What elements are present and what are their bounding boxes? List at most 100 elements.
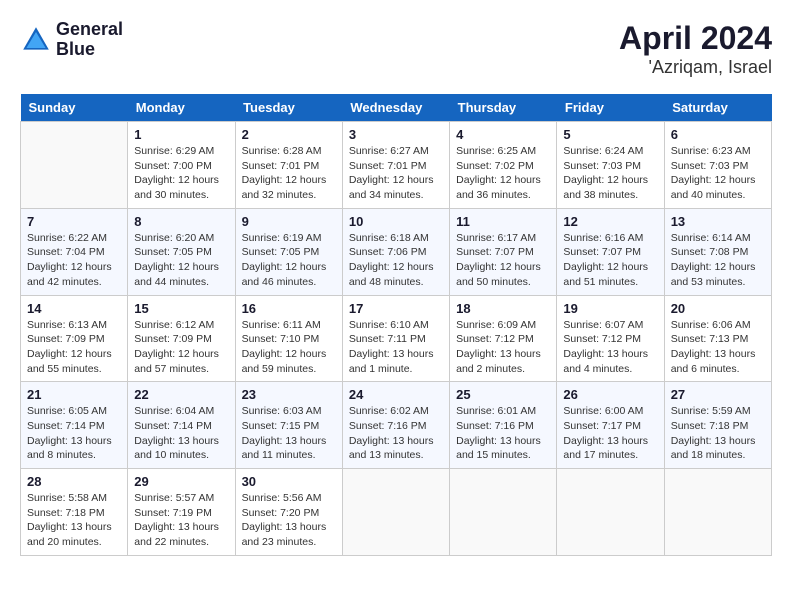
day-cell bbox=[557, 469, 664, 556]
day-number: 1 bbox=[134, 127, 228, 142]
day-number: 8 bbox=[134, 214, 228, 229]
day-cell: 3 Sunrise: 6:27 AMSunset: 7:01 PMDayligh… bbox=[342, 122, 449, 209]
day-cell: 26 Sunrise: 6:00 AMSunset: 7:17 PMDaylig… bbox=[557, 382, 664, 469]
day-number: 16 bbox=[242, 301, 336, 316]
day-detail: Sunrise: 6:29 AMSunset: 7:00 PMDaylight:… bbox=[134, 144, 228, 203]
day-cell: 10 Sunrise: 6:18 AMSunset: 7:06 PMDaylig… bbox=[342, 208, 449, 295]
day-number: 2 bbox=[242, 127, 336, 142]
calendar-table: SundayMondayTuesdayWednesdayThursdayFrid… bbox=[20, 94, 772, 556]
day-cell bbox=[450, 469, 557, 556]
day-number: 4 bbox=[456, 127, 550, 142]
day-detail: Sunrise: 6:25 AMSunset: 7:02 PMDaylight:… bbox=[456, 144, 550, 203]
day-detail: Sunrise: 6:27 AMSunset: 7:01 PMDaylight:… bbox=[349, 144, 443, 203]
day-detail: Sunrise: 6:22 AMSunset: 7:04 PMDaylight:… bbox=[27, 231, 121, 290]
day-detail: Sunrise: 6:03 AMSunset: 7:15 PMDaylight:… bbox=[242, 404, 336, 463]
day-cell: 9 Sunrise: 6:19 AMSunset: 7:05 PMDayligh… bbox=[235, 208, 342, 295]
week-row-2: 7 Sunrise: 6:22 AMSunset: 7:04 PMDayligh… bbox=[21, 208, 772, 295]
day-cell: 23 Sunrise: 6:03 AMSunset: 7:15 PMDaylig… bbox=[235, 382, 342, 469]
day-number: 12 bbox=[563, 214, 657, 229]
day-detail: Sunrise: 6:09 AMSunset: 7:12 PMDaylight:… bbox=[456, 318, 550, 377]
day-detail: Sunrise: 6:02 AMSunset: 7:16 PMDaylight:… bbox=[349, 404, 443, 463]
day-detail: Sunrise: 5:57 AMSunset: 7:19 PMDaylight:… bbox=[134, 491, 228, 550]
day-cell: 24 Sunrise: 6:02 AMSunset: 7:16 PMDaylig… bbox=[342, 382, 449, 469]
day-number: 19 bbox=[563, 301, 657, 316]
day-number: 10 bbox=[349, 214, 443, 229]
day-detail: Sunrise: 6:13 AMSunset: 7:09 PMDaylight:… bbox=[27, 318, 121, 377]
day-number: 6 bbox=[671, 127, 765, 142]
day-cell: 28 Sunrise: 5:58 AMSunset: 7:18 PMDaylig… bbox=[21, 469, 128, 556]
day-number: 29 bbox=[134, 474, 228, 489]
day-detail: Sunrise: 5:56 AMSunset: 7:20 PMDaylight:… bbox=[242, 491, 336, 550]
day-cell: 21 Sunrise: 6:05 AMSunset: 7:14 PMDaylig… bbox=[21, 382, 128, 469]
day-cell bbox=[664, 469, 771, 556]
day-header-sunday: Sunday bbox=[21, 94, 128, 122]
day-number: 27 bbox=[671, 387, 765, 402]
day-cell: 27 Sunrise: 5:59 AMSunset: 7:18 PMDaylig… bbox=[664, 382, 771, 469]
day-detail: Sunrise: 6:10 AMSunset: 7:11 PMDaylight:… bbox=[349, 318, 443, 377]
day-cell: 17 Sunrise: 6:10 AMSunset: 7:11 PMDaylig… bbox=[342, 295, 449, 382]
day-cell: 30 Sunrise: 5:56 AMSunset: 7:20 PMDaylig… bbox=[235, 469, 342, 556]
day-cell: 11 Sunrise: 6:17 AMSunset: 7:07 PMDaylig… bbox=[450, 208, 557, 295]
day-number: 20 bbox=[671, 301, 765, 316]
day-number: 25 bbox=[456, 387, 550, 402]
day-detail: Sunrise: 6:11 AMSunset: 7:10 PMDaylight:… bbox=[242, 318, 336, 377]
day-header-friday: Friday bbox=[557, 94, 664, 122]
logo-text: General Blue bbox=[56, 20, 123, 60]
day-detail: Sunrise: 6:06 AMSunset: 7:13 PMDaylight:… bbox=[671, 318, 765, 377]
day-cell: 22 Sunrise: 6:04 AMSunset: 7:14 PMDaylig… bbox=[128, 382, 235, 469]
day-number: 18 bbox=[456, 301, 550, 316]
title-block: April 2024 'Azriqam, Israel bbox=[619, 20, 772, 78]
day-cell: 4 Sunrise: 6:25 AMSunset: 7:02 PMDayligh… bbox=[450, 122, 557, 209]
day-detail: Sunrise: 6:17 AMSunset: 7:07 PMDaylight:… bbox=[456, 231, 550, 290]
page-header: General Blue April 2024 'Azriqam, Israel bbox=[20, 20, 772, 78]
day-detail: Sunrise: 6:20 AMSunset: 7:05 PMDaylight:… bbox=[134, 231, 228, 290]
day-header-thursday: Thursday bbox=[450, 94, 557, 122]
day-number: 14 bbox=[27, 301, 121, 316]
day-cell: 25 Sunrise: 6:01 AMSunset: 7:16 PMDaylig… bbox=[450, 382, 557, 469]
day-header-tuesday: Tuesday bbox=[235, 94, 342, 122]
day-detail: Sunrise: 6:04 AMSunset: 7:14 PMDaylight:… bbox=[134, 404, 228, 463]
day-cell: 18 Sunrise: 6:09 AMSunset: 7:12 PMDaylig… bbox=[450, 295, 557, 382]
day-detail: Sunrise: 5:59 AMSunset: 7:18 PMDaylight:… bbox=[671, 404, 765, 463]
day-number: 9 bbox=[242, 214, 336, 229]
day-number: 15 bbox=[134, 301, 228, 316]
day-number: 11 bbox=[456, 214, 550, 229]
day-detail: Sunrise: 6:16 AMSunset: 7:07 PMDaylight:… bbox=[563, 231, 657, 290]
day-cell: 14 Sunrise: 6:13 AMSunset: 7:09 PMDaylig… bbox=[21, 295, 128, 382]
day-header-wednesday: Wednesday bbox=[342, 94, 449, 122]
day-detail: Sunrise: 6:28 AMSunset: 7:01 PMDaylight:… bbox=[242, 144, 336, 203]
day-number: 23 bbox=[242, 387, 336, 402]
day-number: 30 bbox=[242, 474, 336, 489]
day-detail: Sunrise: 6:23 AMSunset: 7:03 PMDaylight:… bbox=[671, 144, 765, 203]
day-header-monday: Monday bbox=[128, 94, 235, 122]
day-number: 7 bbox=[27, 214, 121, 229]
day-cell: 20 Sunrise: 6:06 AMSunset: 7:13 PMDaylig… bbox=[664, 295, 771, 382]
month-year: April 2024 bbox=[619, 20, 772, 57]
day-cell: 16 Sunrise: 6:11 AMSunset: 7:10 PMDaylig… bbox=[235, 295, 342, 382]
day-cell: 12 Sunrise: 6:16 AMSunset: 7:07 PMDaylig… bbox=[557, 208, 664, 295]
day-number: 17 bbox=[349, 301, 443, 316]
day-cell bbox=[21, 122, 128, 209]
day-detail: Sunrise: 6:12 AMSunset: 7:09 PMDaylight:… bbox=[134, 318, 228, 377]
week-row-1: 1 Sunrise: 6:29 AMSunset: 7:00 PMDayligh… bbox=[21, 122, 772, 209]
header-row: SundayMondayTuesdayWednesdayThursdayFrid… bbox=[21, 94, 772, 122]
day-number: 21 bbox=[27, 387, 121, 402]
day-cell: 1 Sunrise: 6:29 AMSunset: 7:00 PMDayligh… bbox=[128, 122, 235, 209]
week-row-3: 14 Sunrise: 6:13 AMSunset: 7:09 PMDaylig… bbox=[21, 295, 772, 382]
day-detail: Sunrise: 6:19 AMSunset: 7:05 PMDaylight:… bbox=[242, 231, 336, 290]
week-row-4: 21 Sunrise: 6:05 AMSunset: 7:14 PMDaylig… bbox=[21, 382, 772, 469]
day-cell: 29 Sunrise: 5:57 AMSunset: 7:19 PMDaylig… bbox=[128, 469, 235, 556]
day-cell: 6 Sunrise: 6:23 AMSunset: 7:03 PMDayligh… bbox=[664, 122, 771, 209]
day-cell: 8 Sunrise: 6:20 AMSunset: 7:05 PMDayligh… bbox=[128, 208, 235, 295]
day-number: 28 bbox=[27, 474, 121, 489]
day-number: 26 bbox=[563, 387, 657, 402]
day-cell: 7 Sunrise: 6:22 AMSunset: 7:04 PMDayligh… bbox=[21, 208, 128, 295]
day-header-saturday: Saturday bbox=[664, 94, 771, 122]
day-cell: 15 Sunrise: 6:12 AMSunset: 7:09 PMDaylig… bbox=[128, 295, 235, 382]
day-detail: Sunrise: 6:05 AMSunset: 7:14 PMDaylight:… bbox=[27, 404, 121, 463]
day-cell: 5 Sunrise: 6:24 AMSunset: 7:03 PMDayligh… bbox=[557, 122, 664, 209]
week-row-5: 28 Sunrise: 5:58 AMSunset: 7:18 PMDaylig… bbox=[21, 469, 772, 556]
day-cell: 2 Sunrise: 6:28 AMSunset: 7:01 PMDayligh… bbox=[235, 122, 342, 209]
day-number: 5 bbox=[563, 127, 657, 142]
day-detail: Sunrise: 6:01 AMSunset: 7:16 PMDaylight:… bbox=[456, 404, 550, 463]
